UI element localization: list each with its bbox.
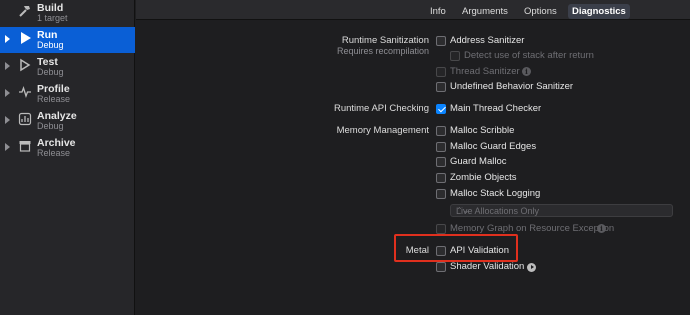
disclosure-triangle-icon[interactable] [5, 89, 10, 97]
memory-graph-checkbox[interactable] [436, 224, 446, 234]
guard-malloc-checkbox[interactable] [436, 157, 446, 167]
requires-recompilation-label: Requires recompilation [336, 46, 429, 56]
thread-sanitizer-label: Thread Sanitizer [450, 66, 520, 77]
malloc-guard-edges-label: Malloc Guard Edges [450, 141, 537, 152]
shader-validation-label: Shader Validation [450, 261, 525, 272]
address-sanitizer-label: Address Sanitizer [450, 35, 525, 46]
main-thread-checker-label: Main Thread Checker [450, 103, 542, 114]
scheme-tab-bar: Info Arguments Options Diagnostics [136, 0, 690, 20]
runtime-api-checking-label: Runtime API Checking [333, 103, 429, 114]
analyze-icon [18, 112, 32, 126]
tab-info[interactable]: Info [426, 4, 450, 19]
malloc-stack-logging-checkbox[interactable] [436, 189, 446, 199]
malloc-stack-logging-label: Malloc Stack Logging [450, 188, 541, 199]
ub-sanitizer-label: Undefined Behavior Sanitizer [450, 81, 574, 92]
sidebar-item-analyze[interactable]: Analyze Debug [0, 108, 135, 134]
sidebar-item-profile[interactable]: Profile Release [0, 81, 135, 107]
info-icon[interactable]: i [522, 67, 531, 76]
disclosure-triangle-icon[interactable] [5, 35, 10, 43]
memory-graph-label: Memory Graph on Resource Exception [450, 223, 615, 234]
sidebar-item-archive[interactable]: Archive Release [0, 135, 135, 161]
test-icon [18, 58, 32, 72]
thread-sanitizer-checkbox[interactable] [436, 67, 446, 77]
popup-chevron-icon: ⌃⌄ [456, 206, 470, 215]
malloc-scribble-label: Malloc Scribble [450, 125, 515, 136]
disclosure-triangle-icon[interactable] [5, 116, 10, 124]
sidebar-item-build[interactable]: Build 1 target [0, 0, 135, 26]
memory-management-label: Memory Management [336, 125, 429, 136]
tab-options[interactable]: Options [520, 4, 561, 19]
waveform-icon [18, 85, 32, 99]
sidebar-item-subtitle: Debug [37, 67, 64, 77]
guard-malloc-label: Guard Malloc [450, 156, 507, 167]
sidebar-item-run[interactable]: Run Debug [0, 27, 135, 53]
shader-validation-checkbox[interactable] [436, 262, 446, 272]
address-sanitizer-checkbox[interactable] [436, 36, 446, 46]
sidebar-item-subtitle: Debug [37, 121, 64, 131]
ub-sanitizer-checkbox[interactable] [436, 82, 446, 92]
play-icon [18, 31, 32, 45]
detect-stack-checkbox[interactable] [450, 51, 460, 61]
malloc-guard-edges-checkbox[interactable] [436, 142, 446, 152]
info-icon[interactable]: i [597, 224, 606, 233]
sidebar-item-test[interactable]: Test Debug [0, 54, 135, 80]
navigate-arrow-icon[interactable] [527, 263, 536, 272]
main-thread-checker-checkbox[interactable] [436, 104, 446, 114]
hammer-icon [18, 4, 32, 18]
scheme-action-sidebar: Build 1 target Run Debug Test Debug Prof… [0, 0, 135, 315]
annotation-highlight-box [394, 234, 518, 262]
sidebar-item-subtitle: 1 target [37, 13, 68, 23]
malloc-scribble-checkbox[interactable] [436, 126, 446, 136]
detect-stack-label: Detect use of stack after return [464, 50, 594, 61]
sidebar-item-subtitle: Debug [37, 40, 64, 50]
sidebar-item-subtitle: Release [37, 148, 71, 158]
sidebar-item-subtitle: Release [37, 94, 71, 104]
tab-diagnostics[interactable]: Diagnostics [568, 4, 630, 19]
runtime-sanitization-label: Runtime Sanitization [341, 35, 429, 46]
zombie-objects-checkbox[interactable] [436, 173, 446, 183]
malloc-stack-logging-popup[interactable]: Live Allocations Only ⌃⌄ [450, 204, 673, 217]
disclosure-triangle-icon[interactable] [5, 62, 10, 70]
zombie-objects-label: Zombie Objects [450, 172, 517, 183]
tab-arguments[interactable]: Arguments [458, 4, 512, 19]
archive-icon [18, 139, 32, 153]
disclosure-triangle-icon[interactable] [5, 143, 10, 151]
